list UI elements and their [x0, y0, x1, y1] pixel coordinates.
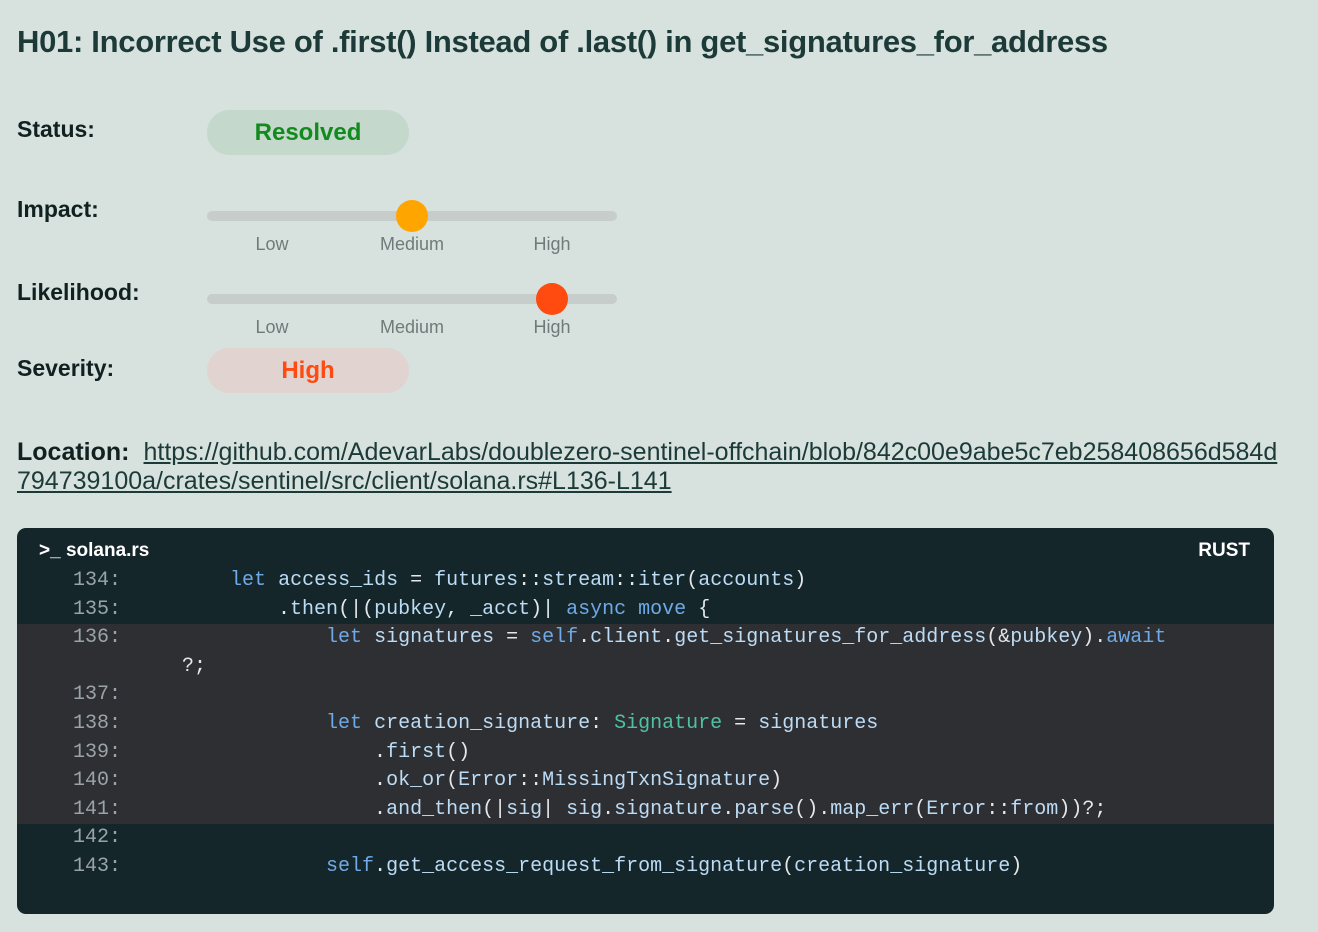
code-language: RUST	[1198, 540, 1250, 561]
impact-tick-low: Low	[255, 234, 289, 254]
code-filename: >_ solana.rs	[39, 540, 150, 561]
code-line: 139: .first()	[17, 738, 1274, 768]
code-line: 142:	[17, 824, 1274, 853]
code-line: ?;	[17, 652, 1274, 682]
code-header: >_ solana.rs RUST	[39, 540, 1250, 562]
code-line: 134: let access_ids = futures::stream::i…	[17, 567, 1274, 596]
code-line-text: self.get_access_request_from_signature(c…	[326, 854, 1023, 878]
impact-tick-high: High	[533, 234, 571, 254]
code-line: 135: .then(|(pubkey, _acct)| async move …	[17, 596, 1274, 625]
code-line-text: .ok_or(Error::MissingTxnSignature)	[86, 769, 783, 793]
code-line: 136: let signatures = self.client.get_si…	[17, 624, 1274, 653]
likelihood-slider	[207, 283, 617, 315]
code-line-text: let creation_signature: Signature = sign…	[326, 711, 879, 735]
status-label: Status:	[17, 116, 95, 142]
code-line: 140: .ok_or(Error::MissingTxnSignature)	[17, 767, 1274, 796]
finding-title: H01: Incorrect Use of .first() Instead o…	[17, 24, 1108, 59]
impact-label: Impact:	[17, 196, 99, 222]
severity-badge: High	[207, 348, 409, 393]
code-line-text: let signatures = self.client.get_signatu…	[326, 626, 1167, 650]
code-lines: 134: let access_ids = futures::stream::i…	[17, 567, 1274, 882]
likelihood-tick-high: High	[533, 317, 571, 337]
impact-tick-medium: Medium	[379, 234, 445, 254]
status-badge: Resolved	[207, 110, 409, 155]
code-line: 141: .and_then(|sig| sig.signature.parse…	[17, 795, 1274, 825]
location-row: Location: https://github.com/AdevarLabs/d…	[17, 438, 1287, 496]
likelihood-slider-knob	[536, 283, 568, 315]
code-line-text: .then(|(pubkey, _acct)| async move {	[86, 597, 711, 621]
code-line: 138: let creation_signature: Signature =…	[17, 709, 1274, 739]
code-line-text: ?;	[86, 654, 207, 678]
severity-label: Severity:	[17, 355, 115, 381]
location-link[interactable]: https://github.com/AdevarLabs/doublezero…	[17, 438, 1277, 495]
likelihood-label: Likelihood:	[17, 279, 140, 305]
code-block: >_ solana.rs RUST 134: let access_ids = …	[17, 528, 1274, 914]
impact-slider	[207, 200, 617, 232]
impact-slider-knob	[396, 200, 428, 232]
code-line: 143: self.get_access_request_from_signat…	[17, 853, 1274, 882]
likelihood-tick-low: Low	[255, 317, 289, 337]
likelihood-tick-medium: Medium	[379, 317, 445, 337]
code-line-text: .first()	[86, 740, 471, 764]
code-line-text: .and_then(|sig| sig.signature.parse().ma…	[86, 797, 1107, 821]
code-line: 137:	[17, 681, 1274, 710]
location-label: Location:	[17, 438, 130, 466]
code-line-text: let access_ids = futures::stream::iter(a…	[230, 569, 807, 592]
